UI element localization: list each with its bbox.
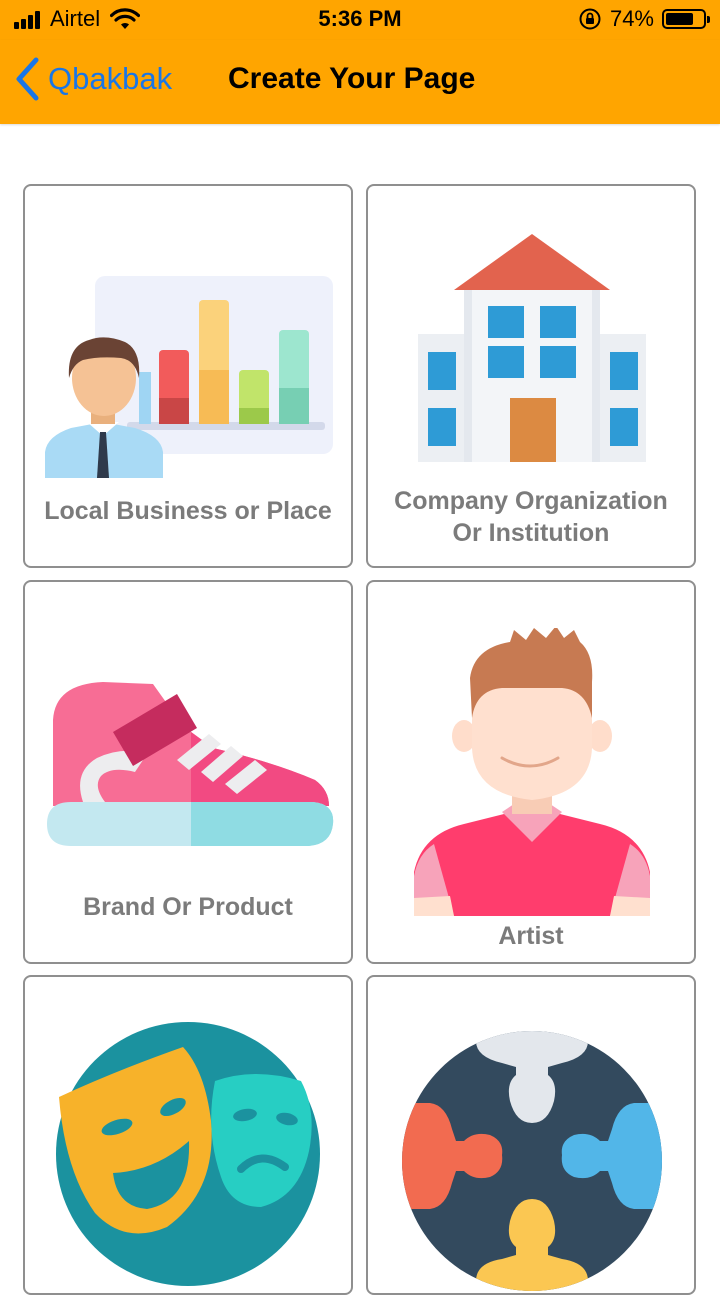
category-card-community[interactable] bbox=[366, 975, 696, 1295]
building-icon bbox=[418, 234, 646, 462]
sneaker-icon bbox=[47, 682, 334, 846]
category-card-local-business[interactable]: Local Business or Place bbox=[23, 184, 353, 568]
category-label: Artist bbox=[498, 922, 564, 950]
theater-masks-icon bbox=[56, 1022, 320, 1286]
category-card-artist[interactable]: Artist bbox=[366, 580, 696, 964]
business-presentation-icon bbox=[45, 276, 333, 478]
artist-person-icon bbox=[414, 628, 650, 916]
category-card-entertainment[interactable] bbox=[23, 975, 353, 1295]
category-label: Local Business or Place bbox=[44, 497, 332, 525]
community-people-icon bbox=[402, 1031, 662, 1291]
category-card-company[interactable]: Company Organization Or Institution bbox=[366, 184, 696, 568]
category-card-brand[interactable]: Brand Or Product bbox=[23, 580, 353, 964]
category-grid: Local Business or Place Company Organiza… bbox=[0, 0, 720, 1295]
category-label: Company Organization bbox=[394, 487, 668, 515]
category-label-secondary: Or Institution bbox=[452, 519, 610, 547]
category-label: Brand Or Product bbox=[83, 893, 293, 921]
